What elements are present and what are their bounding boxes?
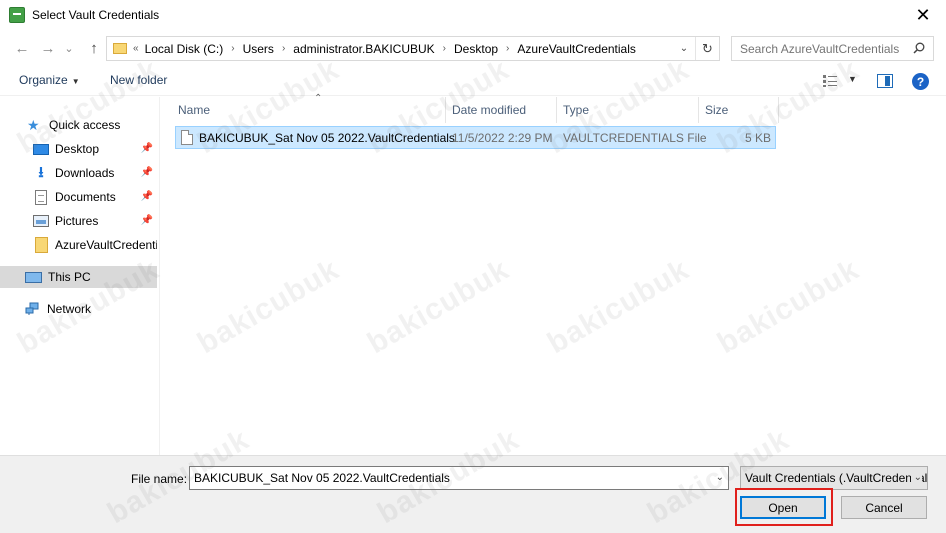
column-header-size[interactable]: Size	[699, 97, 779, 123]
highlight-box	[735, 488, 833, 526]
pin-icon: 📌	[140, 143, 153, 154]
breadcrumb-separator[interactable]: ›	[231, 43, 234, 54]
breadcrumb-desktop[interactable]: Desktop	[454, 42, 498, 56]
window-title: Select Vault Credentials	[32, 8, 160, 22]
documents-icon	[35, 189, 47, 205]
table-row[interactable]: BAKICUBUK_Sat Nov 05 2022.VaultCredentia…	[175, 126, 776, 149]
address-row: ← → ⌄ ↑ « Local Disk (C:) › Users › admi…	[0, 33, 946, 63]
arrow-left-icon: ←	[14, 39, 30, 57]
file-name-cell: BAKICUBUK_Sat Nov 05 2022.VaultCredentia…	[181, 127, 455, 148]
sidebar-item-label: Quick access	[49, 118, 121, 132]
search-input[interactable]	[732, 41, 902, 56]
file-date: 11/5/2022 2:29 PM	[452, 130, 553, 145]
new-folder-button[interactable]: New folder	[110, 73, 167, 87]
sidebar-item-pictures[interactable]: Pictures 📌	[0, 210, 157, 232]
sidebar-item-label: Pictures	[55, 214, 99, 228]
arrow-right-icon: →	[40, 39, 56, 57]
file-type-select[interactable]: Vault Credentials (.VaultCredentials) ⌄	[740, 466, 928, 490]
overflow-crumb[interactable]: «	[133, 43, 139, 54]
folder-icon	[35, 237, 48, 253]
folder-icon	[113, 43, 127, 54]
column-header-label: Name	[178, 103, 211, 117]
chevron-down-icon[interactable]: ⌄	[716, 472, 724, 483]
up-button[interactable]: ↑	[84, 37, 104, 59]
file-size: 5 KB	[744, 130, 771, 145]
back-button[interactable]: ←	[12, 37, 32, 59]
breadcrumb-local-disk[interactable]: Local Disk (C:)	[145, 42, 224, 56]
recent-locations-button[interactable]: ⌄	[62, 37, 76, 59]
file-name: BAKICUBUK_Sat Nov 05 2022.VaultCredentia…	[199, 130, 455, 145]
dialog-footer: File name: ⌄ Vault Credentials (.VaultCr…	[0, 455, 946, 533]
column-header-name[interactable]: ⌃ Name	[172, 93, 446, 123]
sidebar-item-downloads[interactable]: ⭳ Downloads 📌	[0, 162, 157, 184]
pin-icon: 📌	[140, 167, 153, 178]
chevron-down-icon: ⌄	[64, 42, 74, 55]
search-box[interactable]	[731, 36, 934, 61]
column-header-date-modified[interactable]: Date modified	[446, 97, 557, 123]
file-name-input[interactable]	[190, 471, 700, 485]
caret-down-icon: ▼	[71, 77, 80, 86]
sort-up-icon: ⌃	[314, 93, 323, 104]
file-name-combobox[interactable]: ⌄	[189, 466, 729, 490]
sidebar-item-this-pc[interactable]: This PC	[0, 266, 157, 288]
file-icon	[181, 130, 193, 145]
sidebar-item-label: This PC	[48, 270, 91, 284]
network-icon	[25, 302, 39, 315]
pin-icon: 📌	[140, 215, 153, 226]
sidebar-item-label: Desktop	[55, 142, 100, 156]
view-options-icon[interactable]	[822, 74, 838, 88]
organize-button[interactable]: Organize ▼	[19, 73, 80, 87]
sidebar-item-network[interactable]: Network	[0, 298, 157, 320]
downloads-icon: ⭳	[38, 164, 44, 181]
breadcrumb-azurevaultcredentials[interactable]: AzureVaultCredentials	[517, 42, 636, 56]
desktop-icon	[33, 143, 49, 155]
sidebar-item-label: Downloads	[55, 166, 115, 180]
file-list: ⌃ Name Date modified Type Size BAKICUBUK…	[161, 93, 946, 455]
computer-icon	[25, 271, 42, 283]
preview-pane-icon[interactable]	[877, 74, 893, 88]
help-icon[interactable]: ?	[912, 73, 929, 90]
breadcrumb-administrator[interactable]: administrator.BAKICUBUK	[293, 42, 434, 56]
breadcrumb-separator[interactable]: ›	[506, 43, 509, 54]
column-header-label: Date modified	[452, 103, 527, 117]
file-type: VAULTCREDENTIALS File	[563, 130, 707, 145]
close-button[interactable]: ✕	[900, 0, 946, 31]
column-header-label: Size	[705, 103, 729, 117]
pin-icon: 📌	[140, 191, 153, 202]
navigation-pane: ★ Quick access Desktop 📌 ⭳ Downloads 📌 D…	[0, 97, 160, 455]
pictures-icon	[33, 215, 49, 227]
arrow-up-icon: ↑	[90, 39, 98, 57]
title-bar: Select Vault Credentials ✕	[0, 0, 946, 31]
column-header-label: Type	[563, 103, 590, 117]
star-icon: ★	[27, 117, 40, 133]
breadcrumb-separator[interactable]: ›	[282, 43, 285, 54]
sidebar-item-desktop[interactable]: Desktop 📌	[0, 138, 157, 160]
command-bar: Organize ▼ New folder ▼ ?	[0, 66, 946, 96]
sidebar-item-quick-access[interactable]: ★ Quick access	[0, 114, 157, 136]
app-icon	[9, 7, 25, 23]
sidebar-item-azurevaultcredentials[interactable]: AzureVaultCredentials	[0, 234, 157, 256]
forward-button[interactable]: →	[38, 37, 58, 59]
chevron-down-icon: ⌄	[910, 472, 922, 483]
column-header-type[interactable]: Type	[557, 97, 699, 123]
breadcrumb-users[interactable]: Users	[243, 42, 274, 56]
organize-label: Organize	[19, 73, 68, 87]
address-bar[interactable]: « Local Disk (C:) › Users › administrato…	[106, 36, 720, 61]
cancel-button[interactable]: Cancel	[841, 496, 927, 519]
file-name-label: File name:	[131, 472, 188, 486]
search-icon	[913, 42, 925, 54]
sidebar-item-label: Network	[47, 302, 92, 316]
sidebar-item-documents[interactable]: Documents 📌	[0, 186, 157, 208]
view-dropdown-icon[interactable]: ▼	[848, 74, 857, 84]
refresh-icon[interactable]: ↻	[695, 37, 719, 60]
sidebar-item-label: AzureVaultCredentials	[55, 238, 157, 252]
sidebar-item-label: Documents	[55, 190, 116, 204]
breadcrumb-separator[interactable]: ›	[443, 43, 446, 54]
close-icon: ✕	[915, 5, 931, 25]
file-type-value: Vault Credentials (.VaultCredentials)	[745, 471, 928, 485]
address-dropdown-icon[interactable]: ⌄	[675, 37, 693, 60]
